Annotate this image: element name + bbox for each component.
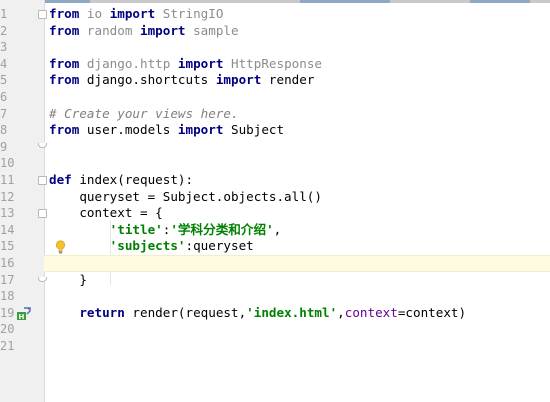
keyword: import: [177, 55, 224, 71]
code-line-1[interactable]: from io import StringIO: [44, 6, 550, 23]
line-number: 19: [0, 305, 15, 320]
line-number: 13: [0, 206, 15, 221]
code-line-12[interactable]: queryset = Subject.objects.all(): [44, 189, 550, 206]
line-number: 14: [0, 222, 15, 237]
imported-name: StringIO: [155, 6, 224, 21]
code-line-5[interactable]: from django.shortcuts import render: [44, 72, 550, 89]
line-number: 5: [0, 73, 8, 88]
code-line-7[interactable]: # Create your views here.: [44, 106, 550, 123]
editor-gutter[interactable]: 1 2 3 4 5 6 7 8 9 10 11 12 13 14 15 16 1…: [0, 0, 47, 402]
module-name: django.http: [79, 55, 178, 71]
imported-name: sample: [185, 22, 239, 38]
keyword: return: [79, 304, 125, 320]
function-signature: index(request):: [71, 172, 194, 187]
override-marker-icon[interactable]: H: [16, 307, 32, 321]
keyword: import: [140, 22, 186, 38]
line-number: 17: [0, 272, 15, 287]
module-name: io: [79, 6, 110, 21]
line-number: 21: [0, 339, 15, 353]
keyword: import: [109, 6, 156, 21]
code-line-16-current[interactable]: [44, 255, 550, 272]
keyword: def: [49, 172, 72, 187]
string-literal: 'title': [109, 221, 163, 237]
code-line-19[interactable]: return render(request,'index.html',conte…: [44, 305, 550, 322]
call-text: render(request,: [124, 304, 247, 320]
line-number: 2: [0, 23, 8, 38]
line-number: 10: [0, 156, 15, 171]
line-number: 15: [0, 239, 15, 254]
keyword-argument: context: [344, 304, 398, 320]
line-number: 7: [0, 106, 8, 121]
string-literal: 'subjects': [109, 238, 186, 254]
keyword: import: [177, 122, 224, 138]
keyword: from: [49, 122, 80, 138]
call-text: =context): [397, 304, 467, 320]
line-number: 11: [0, 173, 15, 187]
svg-text:H: H: [19, 313, 25, 321]
line-number: 12: [0, 189, 15, 204]
keyword: from: [49, 22, 80, 38]
line-number: 4: [0, 56, 8, 71]
keyword: from: [49, 55, 80, 71]
line-number: 9: [0, 139, 8, 154]
code-line-14[interactable]: 'title':'学科分类和介绍',: [44, 222, 550, 239]
imported-name: render: [261, 72, 315, 88]
statement: queryset = Subject.objects.all(): [49, 188, 322, 204]
module-name: user.models: [79, 122, 178, 138]
line-number: 1: [0, 7, 8, 21]
line-number: 18: [0, 289, 15, 304]
code-line-4[interactable]: from django.http import HttpResponse: [44, 56, 550, 73]
line-number: 8: [0, 123, 8, 138]
imported-name: Subject: [223, 122, 285, 138]
code-editor[interactable]: 1 2 3 4 5 6 7 8 9 10 11 12 13 14 15 16 1…: [0, 0, 550, 402]
code-line-11[interactable]: def index(request):: [44, 172, 550, 189]
keyword: from: [49, 72, 80, 88]
code-area[interactable]: from io import StringIO from random impo…: [44, 0, 550, 402]
keyword: import: [215, 72, 262, 88]
code-line-17[interactable]: }: [44, 272, 550, 289]
code-line-8[interactable]: from user.models import Subject: [44, 122, 550, 139]
code-line-15[interactable]: 'subjects':queryset: [44, 238, 550, 255]
line-number: 16: [0, 256, 15, 270]
punctuation: ,: [273, 221, 282, 237]
module-name: django.shortcuts: [79, 72, 216, 88]
keyword: from: [49, 6, 80, 21]
punctuation: ,: [337, 304, 345, 320]
comment: # Create your views here.: [49, 105, 239, 121]
statement: }: [49, 271, 87, 287]
statement: :queryset: [185, 238, 254, 254]
string-literal: '学科分类和介绍': [170, 221, 274, 237]
line-number: 3: [0, 40, 8, 55]
code-line-2[interactable]: from random import sample: [44, 23, 550, 40]
code-line-13[interactable]: context = {: [44, 205, 550, 222]
imported-name: HttpResponse: [223, 55, 322, 71]
lightbulb-icon[interactable]: [55, 240, 66, 254]
statement: context = {: [49, 205, 163, 221]
line-number: 20: [0, 322, 15, 337]
module-name: random: [79, 22, 141, 38]
string-literal: 'index.html': [246, 304, 338, 320]
line-number: 6: [0, 90, 8, 104]
